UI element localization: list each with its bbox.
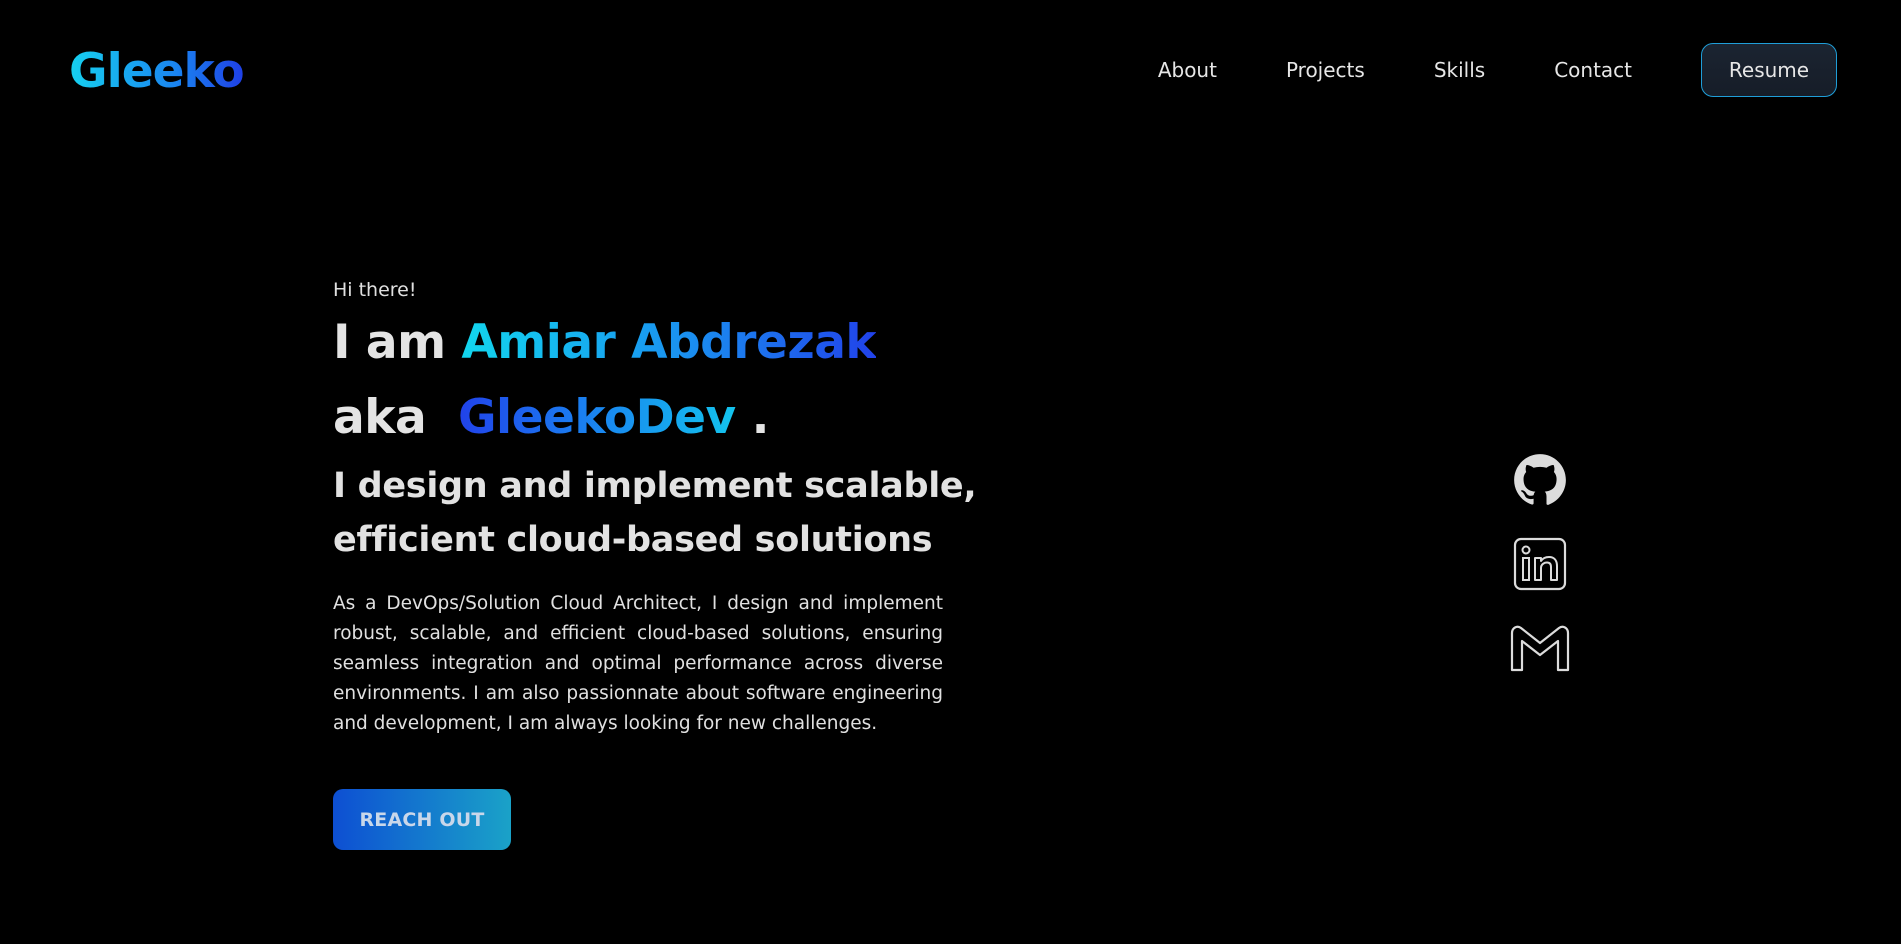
hero-section: Hi there! I am Amiar Abdrezak aka Gleeko…	[333, 275, 1113, 758]
linkedin-icon	[1513, 537, 1567, 591]
main-nav: About Projects Skills Contact Resume	[1158, 43, 1837, 97]
alias-headline: aka GleekoDev .	[333, 380, 1113, 455]
intro-headline: I am Amiar Abdrezak	[333, 305, 1113, 380]
reach-out-button[interactable]: REACH OUT	[333, 789, 511, 850]
nav-link-projects[interactable]: Projects	[1286, 58, 1365, 82]
nav-link-contact[interactable]: Contact	[1554, 58, 1632, 82]
github-icon	[1514, 454, 1566, 505]
nav-link-skills[interactable]: Skills	[1434, 58, 1485, 82]
full-name: Amiar Abdrezak	[461, 315, 877, 370]
gmail-icon	[1510, 625, 1570, 672]
site-logo[interactable]: Gleeko	[69, 44, 245, 100]
social-links	[1505, 450, 1575, 702]
top-navigation-bar: Gleeko About Projects Skills Contact Res…	[0, 0, 1901, 140]
linkedin-link[interactable]	[1505, 534, 1575, 594]
alias-period: .	[735, 390, 770, 445]
tagline: I design and implement scalable, efficie…	[333, 466, 977, 560]
bio-paragraph: As a DevOps/Solution Cloud Architect, I …	[333, 593, 943, 734]
resume-button[interactable]: Resume	[1701, 43, 1837, 97]
intro-prefix: I am	[333, 315, 462, 370]
github-link[interactable]	[1505, 450, 1575, 510]
gmail-link[interactable]	[1505, 618, 1575, 678]
aka-prefix: aka	[333, 390, 443, 445]
alias-name: GleekoDev	[457, 390, 736, 445]
nav-link-about[interactable]: About	[1158, 58, 1217, 82]
greeting-text: Hi there!	[333, 279, 417, 301]
